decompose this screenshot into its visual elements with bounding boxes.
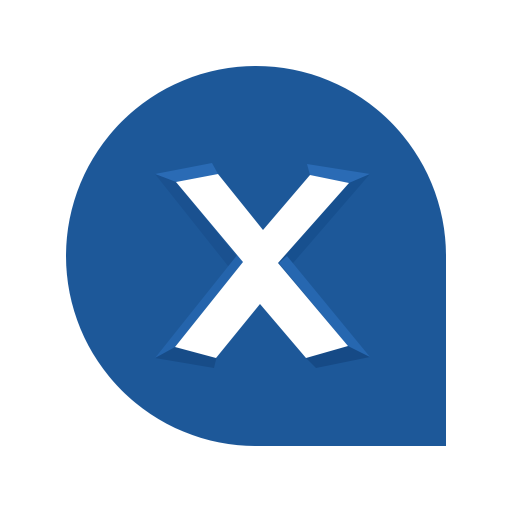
app-icon-canvas [0, 0, 512, 512]
x-speech-bubble-icon [66, 66, 446, 446]
